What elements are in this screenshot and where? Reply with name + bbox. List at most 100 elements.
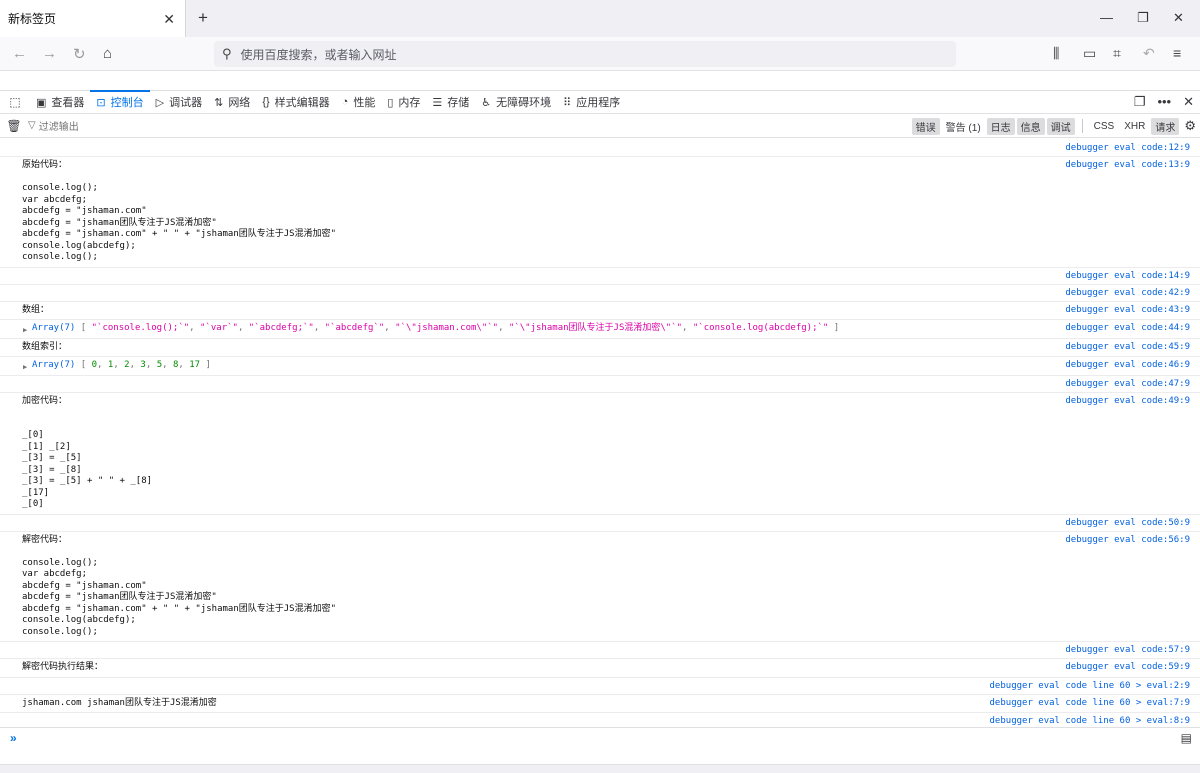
- log-level-filters: 错误 警告 (1) 日志 信息 调试 CSS XHR 请求 ⚙: [911, 114, 1200, 138]
- expand-triangle-icon[interactable]: ▶: [23, 325, 27, 337]
- message-text: 数组索引：: [22, 342, 990, 354]
- source-location-link[interactable]: debugger eval code:45:9: [1065, 342, 1190, 354]
- filter-css-button[interactable]: CSS: [1090, 120, 1119, 133]
- console-message: debugger eval code:47:9: [0, 376, 1200, 393]
- array-item: "`console.log();`": [92, 323, 190, 333]
- sidebar-icon[interactable]: ▭: [1083, 45, 1096, 62]
- tab-application[interactable]: ⠿ 应用程序: [557, 91, 626, 113]
- filter-xhr-button[interactable]: XHR: [1120, 120, 1149, 133]
- console-message: 数组索引： debugger eval code:45:9: [0, 339, 1200, 358]
- editor-mode-icon[interactable]: ▤: [1181, 731, 1192, 745]
- source-location-link[interactable]: debugger eval code:49:9: [1065, 396, 1190, 408]
- url-placeholder: 使用百度搜索，或者输入网址: [241, 46, 397, 63]
- menu-icon[interactable]: ≡: [1173, 45, 1181, 61]
- level-error-button[interactable]: 错误: [912, 118, 940, 135]
- page-content-gap: [0, 71, 1200, 90]
- tab-label: 控制台: [111, 94, 144, 110]
- status-bar: [0, 764, 1200, 773]
- source-location-link[interactable]: debugger eval code:42:9: [1065, 288, 1190, 300]
- storage-icon: ☰: [432, 96, 442, 109]
- console-message: jshaman.com jshaman团队专注于JS混淆加密debugger e…: [0, 695, 1200, 714]
- array-item: "`\"jshaman团队专注于JS混淆加密\"`": [509, 323, 682, 333]
- accessibility-icon: ♿: [481, 96, 491, 109]
- undo-icon[interactable]: ↶: [1143, 45, 1155, 62]
- forward-icon[interactable]: →: [42, 45, 57, 62]
- console-message: 原始代码： console.log(); var abcdefg; abcdef…: [0, 157, 1200, 268]
- source-location-link[interactable]: debugger eval code:57:9: [1065, 645, 1190, 657]
- browser-tab[interactable]: 新标签页 ✕: [0, 0, 186, 37]
- style-editor-icon: {}: [262, 96, 269, 108]
- crop-icon[interactable]: ⌗: [1113, 45, 1121, 62]
- tab-label: 内存: [398, 94, 420, 110]
- source-location-link[interactable]: debugger eval code:47:9: [1065, 379, 1190, 391]
- tab-console[interactable]: ⊡控制台: [90, 91, 149, 113]
- tab-label: 应用程序: [576, 94, 620, 110]
- console-output: debugger eval code:12:9 原始代码： console.log…: [0, 140, 1200, 727]
- tab-label: 网络: [228, 94, 250, 110]
- source-location-link[interactable]: debugger eval code line 60 > eval:8:9: [990, 716, 1190, 727]
- console-message: debugger eval code line 60 > eval:2:9: [0, 678, 1200, 695]
- tab-label: 性能: [353, 94, 375, 110]
- source-location-link[interactable]: debugger eval code line 60 > eval:7:9: [990, 698, 1190, 710]
- array-preview[interactable]: Array(7) [ "`console.log();`", "`var`", …: [22, 323, 990, 335]
- url-bar[interactable]: ⚲ 使用百度搜索，或者输入网址: [214, 41, 956, 67]
- filter-input[interactable]: ▽ 过滤输出: [28, 118, 79, 133]
- tab-style-editor[interactable]: {}样式编辑器: [256, 91, 335, 113]
- level-debug-button[interactable]: 调试: [1047, 118, 1075, 135]
- filter-requests-button[interactable]: 请求: [1151, 118, 1179, 135]
- source-location-link[interactable]: debugger eval code:13:9: [1065, 160, 1190, 172]
- source-location-link[interactable]: debugger eval code:46:9: [1065, 360, 1190, 372]
- console-filter-bar: 🗑 ▽ 过滤输出 错误 警告 (1) 日志 信息 调试 CSS XHR 请求 ⚙: [0, 114, 1200, 138]
- more-options-icon[interactable]: •••: [1157, 94, 1171, 110]
- tab-debugger[interactable]: ▷调试器: [150, 91, 208, 113]
- tab-inspector[interactable]: ▣查看器: [30, 91, 90, 113]
- filter-icon: ▽: [28, 120, 36, 131]
- array-item: "`abcdefg`": [325, 323, 385, 333]
- close-devtools-icon[interactable]: ✕: [1183, 94, 1194, 110]
- array-item: "`console.log(abcdefg);`": [693, 323, 828, 333]
- source-location-link[interactable]: debugger eval code:59:9: [1065, 662, 1190, 674]
- tab-storage[interactable]: ☰存储: [426, 91, 475, 113]
- debugger-icon: ▷: [156, 96, 164, 109]
- restore-icon[interactable]: ❐: [1137, 10, 1149, 26]
- tab-performance[interactable]: ◔性能: [336, 91, 382, 113]
- dock-icon[interactable]: ❐: [1134, 94, 1146, 110]
- new-tab-icon[interactable]: +: [198, 8, 208, 28]
- source-location-link[interactable]: debugger eval code:12:9: [1065, 143, 1190, 155]
- console-settings-gear-icon[interactable]: ⚙: [1184, 118, 1196, 134]
- tab-memory[interactable]: ▯ 内存: [381, 91, 426, 113]
- element-picker-icon[interactable]: ⬚: [0, 91, 30, 113]
- console-message: 解密代码执行结果： debugger eval code:59:9: [0, 659, 1200, 678]
- close-window-icon[interactable]: ✕: [1173, 10, 1184, 26]
- expand-triangle-icon[interactable]: ▶: [23, 362, 27, 374]
- tab-label: 查看器: [51, 94, 84, 110]
- message-text: 解密代码执行结果：: [22, 662, 990, 674]
- source-location-link[interactable]: debugger eval code:44:9: [1065, 323, 1190, 335]
- tab-title: 新标签页: [8, 10, 56, 27]
- level-info-button[interactable]: 信息: [1017, 118, 1045, 135]
- level-log-button[interactable]: 日志: [987, 118, 1015, 135]
- minimize-icon[interactable]: —: [1100, 10, 1113, 25]
- tab-network[interactable]: ⇅ 网络: [208, 91, 256, 113]
- source-location-link[interactable]: debugger eval code:56:9: [1065, 535, 1190, 547]
- array-label: Array(7): [32, 323, 75, 333]
- source-location-link[interactable]: debugger eval code line 60 > eval:2:9: [990, 681, 1190, 693]
- reload-icon[interactable]: ↻: [73, 45, 86, 63]
- console-input[interactable]: » ▤: [0, 727, 1200, 749]
- array-item: 17: [189, 360, 200, 370]
- network-icon: ⇅: [214, 96, 223, 109]
- level-warning-button[interactable]: 警告 (1): [942, 118, 985, 135]
- source-location-link[interactable]: debugger eval code:50:9: [1065, 518, 1190, 530]
- message-text: jshaman.com jshaman团队专注于JS混淆加密: [22, 698, 990, 710]
- source-location-link[interactable]: debugger eval code:43:9: [1065, 305, 1190, 317]
- library-icon[interactable]: ⫼: [1053, 45, 1059, 62]
- close-tab-icon[interactable]: ✕: [163, 11, 175, 28]
- memory-icon: ▯: [387, 96, 393, 109]
- source-location-link[interactable]: debugger eval code:14:9: [1065, 271, 1190, 283]
- application-icon: ⠿: [563, 96, 571, 109]
- home-icon[interactable]: ⌂: [103, 45, 112, 62]
- tab-accessibility[interactable]: ♿无障碍环境: [475, 91, 557, 113]
- back-icon[interactable]: ←: [12, 45, 27, 62]
- array-preview[interactable]: Array(7) [ 0, 1, 2, 3, 5, 8, 17 ]: [22, 360, 990, 372]
- clear-console-icon[interactable]: 🗑: [0, 119, 28, 133]
